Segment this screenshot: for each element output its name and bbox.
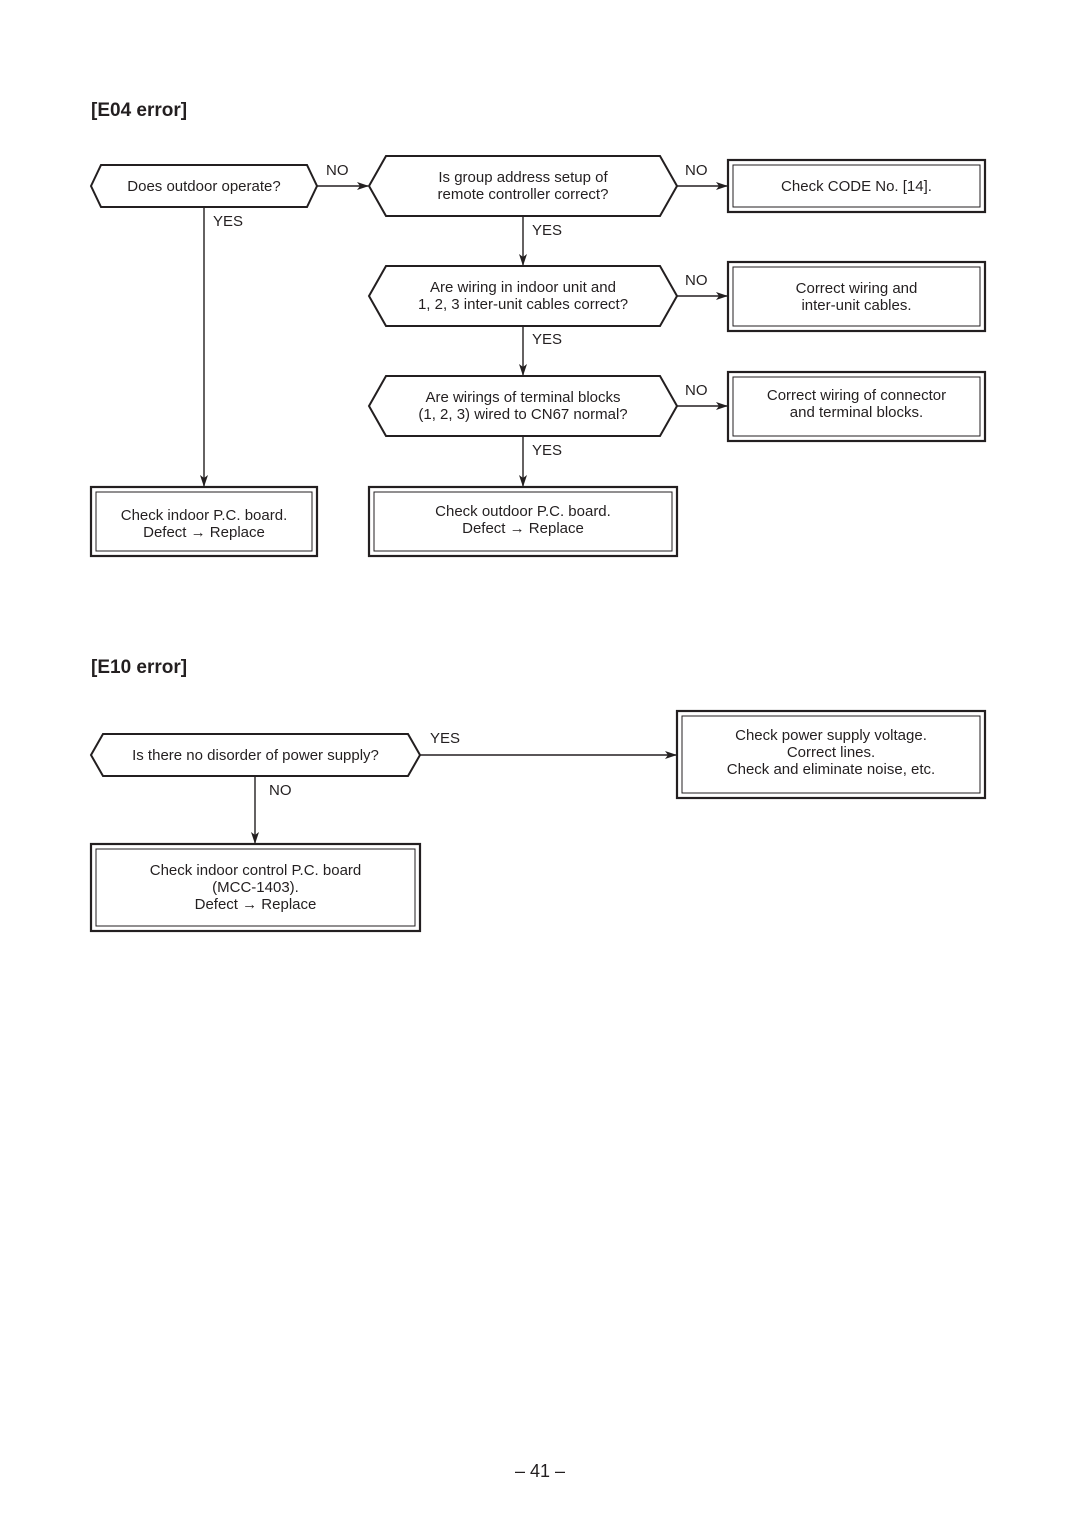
action-text-line: Check indoor P.C. board. bbox=[120, 506, 288, 524]
action-text-line: inter-unit cables. bbox=[801, 296, 912, 314]
branch-label-power-no: NO bbox=[269, 782, 292, 799]
action-text-line: Check outdoor P.C. board. bbox=[435, 502, 611, 520]
decision-text-line: (1, 2, 3) wired to CN67 normal? bbox=[418, 406, 628, 423]
action-correct-connector: Correct wiring of connector and terminal… bbox=[733, 374, 980, 433]
action-check-power: Check power supply voltage. Correct line… bbox=[682, 714, 980, 791]
action-text-line: Defect → Replace bbox=[143, 523, 265, 541]
decision-text-line: Is there no disorder of power supply? bbox=[132, 746, 379, 764]
action-check-indoor-pcb: Check indoor P.C. board. Defect → Replac… bbox=[96, 494, 312, 553]
decision-text-line: 1, 2, 3 inter-unit cables correct? bbox=[417, 296, 629, 313]
decision-text-line: Does outdoor operate? bbox=[127, 177, 281, 195]
action-text-line: Check indoor control P.C. board bbox=[149, 862, 362, 879]
branch-label-terminal-yes: YES bbox=[532, 442, 563, 459]
action-text-line: and terminal blocks. bbox=[789, 403, 924, 421]
action-text-line: Check power supply voltage. bbox=[735, 727, 927, 744]
action-text-line: Check and eliminate noise, etc. bbox=[726, 761, 936, 778]
action-check-code: Check CODE No. [14]. bbox=[733, 165, 980, 207]
action-text-line: Correct wiring and bbox=[795, 279, 918, 297]
decision-terminal-blocks: Are wirings of terminal blocks (1, 2, 3)… bbox=[386, 376, 660, 436]
action-text-line: Defect → Replace bbox=[462, 519, 584, 537]
decision-outdoor-operate: Does outdoor operate? bbox=[101, 165, 307, 207]
branch-label-outdoor-no: NO bbox=[326, 162, 349, 179]
decision-power-supply: Is there no disorder of power supply? bbox=[103, 734, 408, 776]
branch-label-group-yes: YES bbox=[532, 222, 563, 239]
action-correct-wiring: Correct wiring and inter-unit cables. bbox=[733, 267, 980, 326]
branch-label-wiring-no: NO bbox=[685, 272, 708, 289]
action-text-line: (MCC-1403). bbox=[212, 879, 299, 896]
decision-text-line: Are wirings of terminal blocks bbox=[425, 389, 621, 406]
action-text-line: Correct lines. bbox=[786, 744, 876, 761]
decision-text-line: Are wiring in indoor unit and bbox=[430, 279, 616, 296]
branch-label-power-yes: YES bbox=[430, 730, 461, 747]
branch-label-wiring-yes: YES bbox=[532, 331, 563, 348]
decision-wiring-indoor: Are wiring in indoor unit and 1, 2, 3 in… bbox=[386, 266, 660, 326]
action-text-line: Check CODE No. [14]. bbox=[781, 177, 932, 195]
decision-group-address: Is group address setup of remote control… bbox=[386, 156, 660, 216]
action-check-indoor-control-pcb: Check indoor control P.C. board (MCC-140… bbox=[96, 849, 415, 926]
action-text-line: Defect → Replace bbox=[194, 896, 317, 913]
decision-text-line: remote controller correct? bbox=[437, 186, 609, 203]
action-check-outdoor-pcb: Check outdoor P.C. board. Defect → Repla… bbox=[374, 490, 672, 549]
decision-text-line: Is group address setup of bbox=[438, 169, 608, 186]
branch-label-terminal-no: NO bbox=[685, 382, 708, 399]
action-text-line: Correct wiring of connector bbox=[766, 386, 947, 404]
page-number: – 41 – bbox=[514, 1461, 566, 1481]
branch-label-outdoor-yes: YES bbox=[213, 213, 244, 230]
branch-label-group-no: NO bbox=[685, 162, 708, 179]
